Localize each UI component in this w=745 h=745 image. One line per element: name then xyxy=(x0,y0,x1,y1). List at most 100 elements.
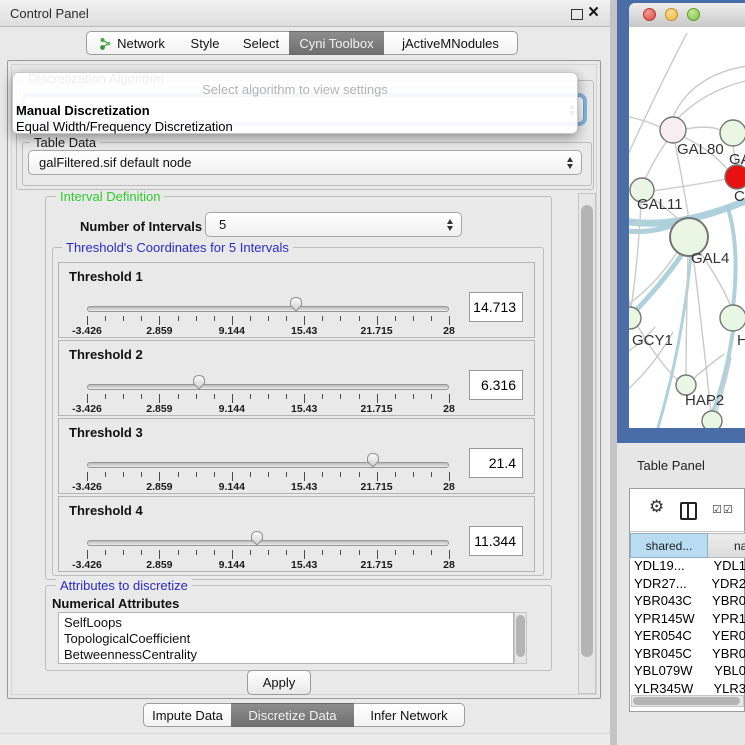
close-traffic-light-icon[interactable] xyxy=(643,8,656,21)
table-row[interactable]: YLR345WYLR3 xyxy=(630,681,745,695)
network-canvas[interactable]: GAL80GACGAL11GAL4GCY1HHAP2 xyxy=(629,27,745,428)
minor-tick xyxy=(214,550,215,555)
threshold-value-field[interactable]: 6.316 xyxy=(469,370,523,400)
column-header-name[interactable]: na xyxy=(708,533,745,558)
threshold-value-field[interactable]: 11.344 xyxy=(469,526,523,556)
cell-shared-name: YBL079W xyxy=(630,663,708,681)
slider-thumb[interactable] xyxy=(365,452,381,468)
slider-track[interactable] xyxy=(87,306,449,312)
close-icon[interactable]: × xyxy=(588,1,599,25)
slider-track[interactable] xyxy=(87,462,449,468)
threshold-panel-4: Threshold 4-3.4262.8599.14415.4321.71528… xyxy=(58,496,535,572)
column-layout-icon[interactable] xyxy=(680,502,697,520)
network-window-titlebar[interactable] xyxy=(629,3,745,28)
network-node-c[interactable] xyxy=(725,165,745,189)
apply-button[interactable]: Apply xyxy=(247,670,311,695)
edge[interactable] xyxy=(629,277,630,308)
minor-tick xyxy=(268,472,269,477)
minor-tick xyxy=(178,472,179,477)
edge[interactable] xyxy=(686,127,721,130)
list-item-selfloops[interactable]: SelfLoops xyxy=(64,615,513,631)
edge[interactable] xyxy=(686,256,688,376)
edge[interactable] xyxy=(673,65,745,117)
slider-thumb[interactable] xyxy=(249,530,265,546)
threshold-panel-2: Threshold 2-3.4262.8599.14415.4321.71528… xyxy=(58,340,535,416)
table-row[interactable]: YDR27...YDR2 xyxy=(630,576,745,594)
slider-tick-labels: -3.4262.8599.14415.4321.71528 xyxy=(87,559,449,571)
tick-label: 28 xyxy=(443,325,455,337)
cell-shared-name: YBR043C xyxy=(630,593,706,611)
edge[interactable] xyxy=(653,179,726,191)
major-tick xyxy=(449,550,450,559)
tick-label: 2.859 xyxy=(146,481,172,493)
table-panel-title: Table Panel xyxy=(637,458,705,473)
major-tick xyxy=(87,394,88,403)
minor-tick xyxy=(413,550,414,555)
list-item-betweennesscentrality[interactable]: BetweennessCentrality xyxy=(64,647,513,663)
combo-stepper-icon xyxy=(567,151,573,174)
tab-label: jActiveMNodules xyxy=(402,36,499,51)
numerical-attributes-list[interactable]: SelfLoopsTopologicalCoefficientBetweenne… xyxy=(58,612,514,664)
list-item-topologicalcoefficient[interactable]: TopologicalCoefficient xyxy=(64,631,513,647)
attributes-scrollbar-thumb[interactable] xyxy=(516,615,525,657)
network-node-h[interactable] xyxy=(720,305,745,331)
threshold-value-field[interactable]: 21.4 xyxy=(469,448,523,478)
slider-thumb[interactable] xyxy=(191,374,207,390)
bottom-tab-impute-data[interactable]: Impute Data xyxy=(143,703,232,727)
dropdown-item-equal-width-frequency-discretization[interactable]: Equal Width/Frequency Discretization xyxy=(16,119,233,134)
major-tick xyxy=(304,394,305,403)
tick-label: 28 xyxy=(443,559,455,571)
network-node-ga[interactable] xyxy=(720,120,745,146)
cell-shared-name: YDR27... xyxy=(630,576,705,594)
major-tick xyxy=(232,550,233,559)
node-label: H xyxy=(737,332,745,349)
zoom-traffic-light-icon[interactable] xyxy=(687,8,700,21)
table-row[interactable]: YBR045CYBR0 xyxy=(630,646,745,664)
table-row[interactable]: YBR043CYBR0 xyxy=(630,593,745,611)
tab-cyni-toolbox[interactable]: Cyni Toolbox xyxy=(289,31,385,55)
threshold-value-field[interactable]: 14.713 xyxy=(469,292,523,322)
cell-shared-name: YLR345W xyxy=(630,681,707,695)
number-of-intervals-combobox[interactable]: 5 xyxy=(205,212,462,237)
minor-tick xyxy=(196,394,197,399)
network-node-gal80[interactable] xyxy=(660,117,686,143)
dropdown-item-manual-discretization[interactable]: Manual Discretization xyxy=(16,103,150,118)
minimize-traffic-light-icon[interactable] xyxy=(665,8,678,21)
tick-label: 28 xyxy=(443,403,455,415)
edge[interactable] xyxy=(694,354,724,378)
bottom-tab-discretize-data[interactable]: Discretize Data xyxy=(231,703,355,727)
edge[interactable] xyxy=(645,141,667,179)
table-hscrollbar-thumb[interactable] xyxy=(633,697,740,705)
edge[interactable] xyxy=(677,79,745,119)
bottom-tab-infer-network[interactable]: Infer Network xyxy=(354,703,465,727)
slider-thumb[interactable] xyxy=(288,296,304,312)
table-row[interactable]: YPR145WYPR1 xyxy=(630,611,745,629)
column-header-shared-name[interactable]: shared... xyxy=(630,533,708,558)
table-row[interactable]: YER054CYER0 xyxy=(630,628,745,646)
major-tick xyxy=(87,472,88,481)
tab-select[interactable]: Select xyxy=(233,31,290,55)
slider-track[interactable] xyxy=(87,540,449,546)
node-label: C xyxy=(734,188,745,205)
tab-network[interactable]: Network xyxy=(86,31,178,55)
tab-style[interactable]: Style xyxy=(177,31,234,55)
network-node[interactable] xyxy=(702,411,722,428)
control-panel-titlebar xyxy=(0,0,610,27)
table-row[interactable]: YBL079WYBL0 xyxy=(630,663,745,681)
table-data-combobox[interactable]: galFiltered.sif default node xyxy=(28,150,582,175)
select-columns-icon[interactable]: ☑☑ xyxy=(712,503,734,516)
cell-shared-name: YER054C xyxy=(630,628,706,646)
gear-icon[interactable]: ⚙ xyxy=(649,497,664,517)
float-window-icon[interactable] xyxy=(571,9,583,20)
slider-track[interactable] xyxy=(87,384,449,390)
edge[interactable] xyxy=(629,115,660,127)
tab-jactivemnodules[interactable]: jActiveMNodules xyxy=(384,31,518,55)
threshold-panel-3: Threshold 3-3.4262.8599.14415.4321.71528… xyxy=(58,418,535,494)
attributes-group-title: Attributes to discretize xyxy=(56,579,192,592)
main-scrollbar-thumb[interactable] xyxy=(581,205,593,657)
screenshot-root: Control Panel × NetworkStyleSelectCyni T… xyxy=(0,0,745,745)
minor-tick xyxy=(286,316,287,321)
minor-tick xyxy=(359,394,360,399)
cell-name: YBR0 xyxy=(706,593,745,611)
table-row[interactable]: YDL19...YDL1 xyxy=(630,558,745,576)
